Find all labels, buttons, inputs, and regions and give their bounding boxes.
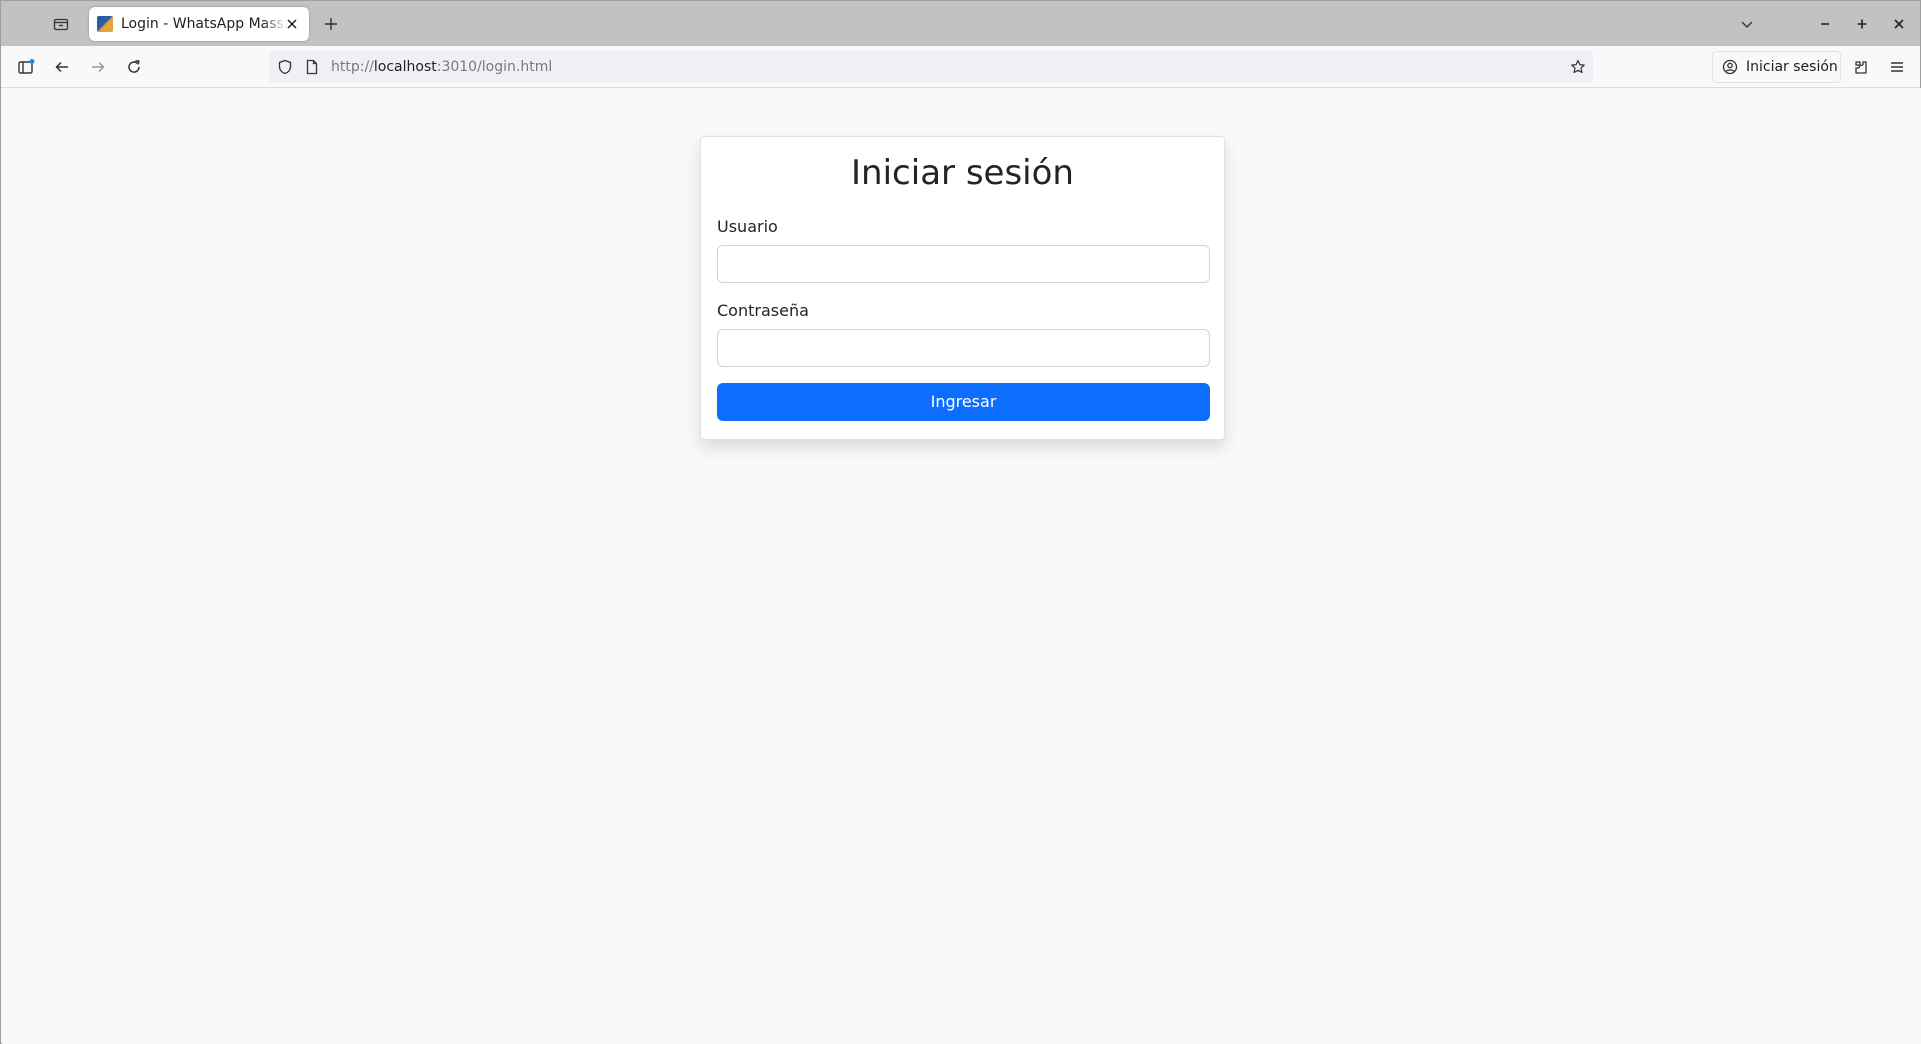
sidebar-icon[interactable] (12, 53, 40, 81)
account-signin-label: Iniciar sesión (1746, 59, 1838, 75)
plus-icon[interactable] (319, 12, 343, 36)
password-label: Contraseña (717, 301, 809, 320)
url-text[interactable]: http://localhost:3010/login.html (331, 58, 552, 76)
app-favicon (97, 16, 113, 32)
username-input[interactable] (717, 245, 1210, 283)
minimize-icon[interactable] (1813, 12, 1837, 36)
maximize-icon[interactable] (1850, 12, 1874, 36)
account-icon (1721, 58, 1739, 76)
username-label: Usuario (717, 217, 778, 236)
star-icon[interactable] (1569, 58, 1587, 76)
login-submit-button[interactable]: Ingresar (717, 383, 1210, 421)
reload-icon[interactable] (120, 53, 148, 81)
close-icon[interactable] (1887, 12, 1911, 36)
url-bar[interactable]: http://localhost:3010/login.html (269, 51, 1593, 83)
extensions-icon[interactable] (1847, 53, 1875, 81)
account-signin-button[interactable]: Iniciar sesión (1712, 51, 1841, 83)
hamburger-menu-icon[interactable] (1883, 53, 1911, 81)
forward-arrow-icon[interactable] (84, 53, 112, 81)
password-input[interactable] (717, 329, 1210, 367)
shield-icon[interactable] (276, 58, 294, 76)
tab-title: Login - WhatsApp Massive (121, 16, 287, 32)
chevron-down-icon[interactable] (1735, 12, 1759, 36)
back-arrow-icon[interactable] (48, 53, 76, 81)
page-icon[interactable] (303, 58, 321, 76)
tab-login[interactable]: Login - WhatsApp Massive (89, 7, 309, 41)
browser-window: Login - WhatsApp Massive http://localhos… (0, 0, 1921, 1044)
page-content: Iniciar sesión Usuario Contraseña Ingres… (2, 88, 1921, 1044)
login-card: Iniciar sesión Usuario Contraseña Ingres… (700, 136, 1225, 440)
tab-strip: Login - WhatsApp Massive (1, 1, 1920, 46)
tab-close-icon[interactable] (283, 15, 301, 33)
navigation-toolbar: http://localhost:3010/login.html Iniciar… (1, 46, 1920, 88)
tab-list-icon[interactable] (49, 12, 73, 36)
page-title: Iniciar sesión (851, 153, 1074, 193)
